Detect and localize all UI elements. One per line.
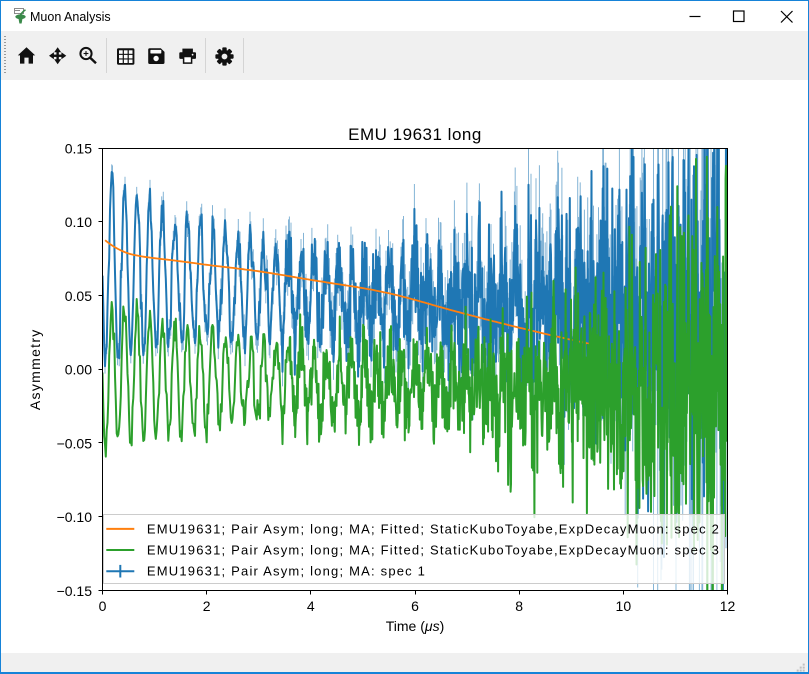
svg-text:4: 4: [307, 598, 315, 614]
svg-text:10: 10: [616, 598, 632, 614]
svg-text:8: 8: [515, 598, 523, 614]
svg-text:−0.10: −0.10: [57, 509, 93, 525]
svg-text:6: 6: [411, 598, 419, 614]
svg-text:0.15: 0.15: [65, 140, 92, 156]
svg-text:2: 2: [203, 598, 211, 614]
svg-text:0.05: 0.05: [65, 288, 92, 304]
svg-text:−0.05: −0.05: [57, 435, 93, 451]
svg-text:Asymmetry: Asymmetry: [27, 328, 43, 410]
svg-text:0: 0: [99, 598, 107, 614]
svg-text:−0.15: −0.15: [57, 583, 93, 599]
svg-text:EMU 19631 long: EMU 19631 long: [348, 125, 482, 144]
svg-text:EMU19631; Pair Asym; long; MA;: EMU19631; Pair Asym; long; MA; Fitted; S…: [147, 521, 720, 536]
svg-text:0.10: 0.10: [65, 214, 92, 230]
svg-text:EMU19631; Pair Asym; long; MA:: EMU19631; Pair Asym; long; MA: spec 1: [147, 564, 426, 579]
svg-text:12: 12: [720, 598, 736, 614]
svg-text:EMU19631; Pair Asym; long; MA;: EMU19631; Pair Asym; long; MA; Fitted; S…: [147, 543, 720, 558]
svg-text:Time (μs): Time (μs): [386, 618, 445, 634]
svg-text:0.00: 0.00: [65, 362, 92, 378]
